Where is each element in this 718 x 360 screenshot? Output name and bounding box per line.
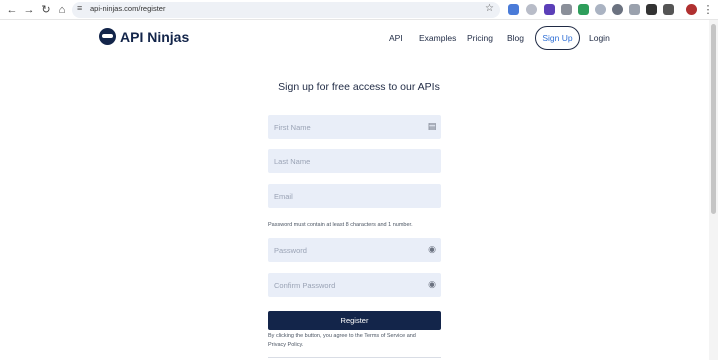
extension-icon[interactable] bbox=[595, 4, 606, 15]
email-input[interactable] bbox=[268, 184, 441, 208]
puzzle-icon[interactable] bbox=[663, 4, 674, 15]
register-button[interactable]: Register bbox=[268, 311, 441, 330]
home-icon[interactable]: ⌂ bbox=[55, 3, 69, 17]
reload-icon[interactable]: ↻ bbox=[39, 3, 53, 17]
page-title: Sign up for free access to our APIs bbox=[278, 81, 440, 93]
browser-toolbar: ← → ↻ ⌂ ≡ api-ninjas.com/register ☆ ⋮ bbox=[0, 0, 718, 20]
terms-line[interactable]: Privacy Policy. bbox=[268, 341, 448, 350]
autofill-clipboard-icon[interactable]: ▤ bbox=[427, 121, 437, 133]
eye-icon[interactable]: ◉ bbox=[427, 244, 437, 256]
scrollbar-thumb[interactable] bbox=[711, 24, 716, 214]
extension-icon[interactable] bbox=[544, 4, 555, 15]
first-name-field[interactable]: ▤ bbox=[268, 115, 441, 139]
site-nav: API Examples Pricing Blog Sign Up Login bbox=[0, 26, 718, 50]
nav-link-examples[interactable]: Examples bbox=[419, 33, 456, 43]
email-field[interactable] bbox=[268, 184, 441, 208]
confirm-password-input[interactable] bbox=[268, 273, 441, 297]
site-info-icon[interactable]: ≡ bbox=[77, 3, 82, 13]
menu-icon[interactable]: ⋮ bbox=[701, 3, 715, 17]
password-input[interactable] bbox=[268, 238, 441, 262]
avatar[interactable] bbox=[686, 4, 697, 15]
shield-extension-icon[interactable] bbox=[578, 4, 589, 15]
extension-icon[interactable] bbox=[508, 4, 519, 15]
extension-icon[interactable] bbox=[561, 4, 572, 15]
url-text: api-ninjas.com/register bbox=[90, 4, 166, 13]
nav-link-blog[interactable]: Blog bbox=[507, 33, 524, 43]
nav-link-api[interactable]: API bbox=[389, 33, 403, 43]
nav-link-pricing[interactable]: Pricing bbox=[467, 33, 493, 43]
page-scrollbar[interactable] bbox=[709, 20, 718, 360]
login-link[interactable]: Login bbox=[589, 33, 610, 43]
confirm-password-field[interactable]: ◉ bbox=[268, 273, 441, 297]
first-name-input[interactable] bbox=[268, 115, 441, 139]
last-name-input[interactable] bbox=[268, 149, 441, 173]
divider bbox=[268, 357, 441, 358]
address-bar[interactable]: ≡ api-ninjas.com/register ☆ bbox=[72, 2, 500, 18]
tab-icon[interactable] bbox=[646, 4, 657, 15]
extension-icon[interactable] bbox=[612, 4, 623, 15]
extension-icon[interactable] bbox=[629, 4, 640, 15]
terms-text: By clicking the button, you agree to the… bbox=[268, 332, 448, 350]
terms-line[interactable]: By clicking the button, you agree to the… bbox=[268, 332, 448, 341]
eye-icon[interactable]: ◉ bbox=[427, 279, 437, 291]
password-hint: Password must contain at least 8 charact… bbox=[268, 222, 413, 228]
password-field[interactable]: ◉ bbox=[268, 238, 441, 262]
signup-button[interactable]: Sign Up bbox=[535, 26, 580, 50]
forward-icon[interactable]: → bbox=[22, 3, 36, 17]
bookmark-star-icon[interactable]: ☆ bbox=[485, 3, 494, 14]
extension-icon[interactable] bbox=[526, 4, 537, 15]
back-icon[interactable]: ← bbox=[5, 3, 19, 17]
last-name-field[interactable] bbox=[268, 149, 441, 173]
